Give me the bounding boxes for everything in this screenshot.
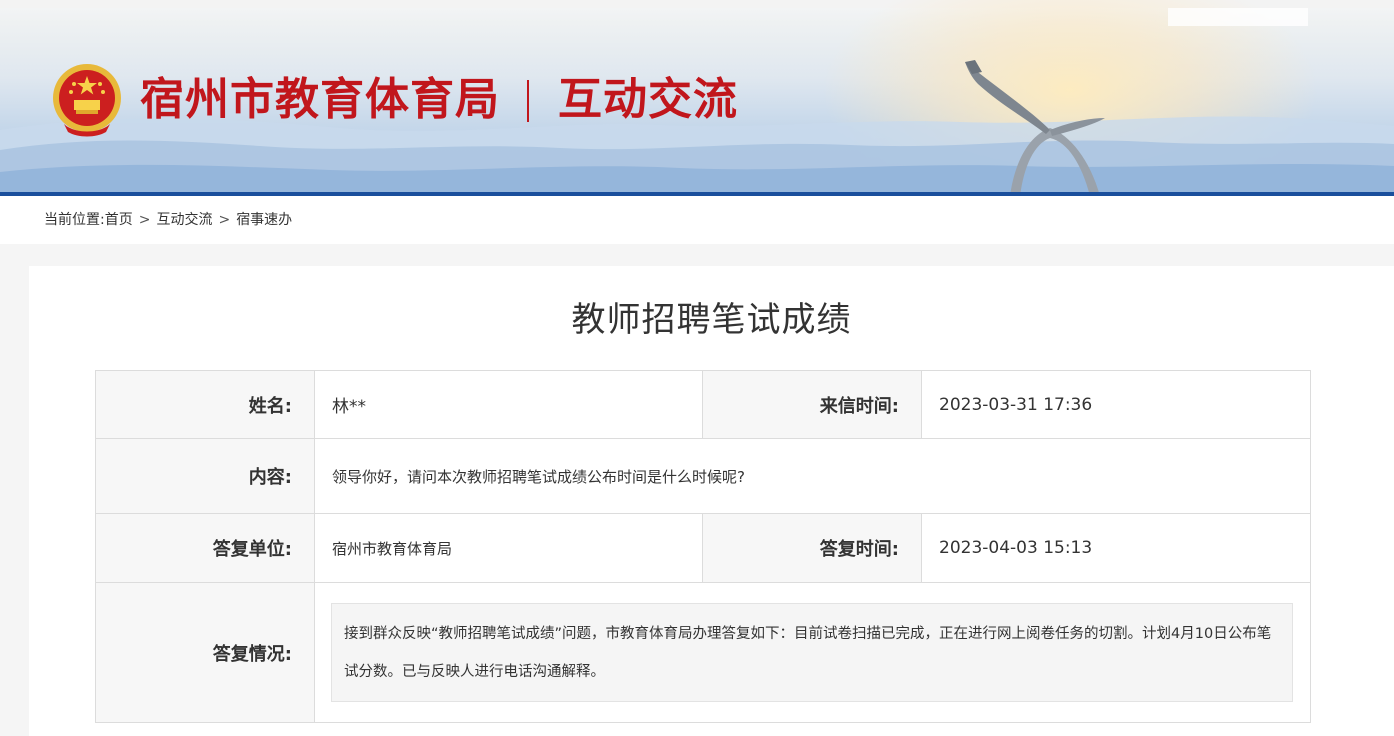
sent-time-label: 来信时间: (702, 370, 922, 439)
letter-detail-card: 教师招聘笔试成绩 姓名: 林** 来信时间: 2023-03-31 17:36 … (29, 266, 1394, 736)
reply-status-label: 答复情况: (95, 582, 315, 723)
breadcrumb-label: 当前位置: (44, 212, 105, 228)
name-label: 姓名: (95, 370, 315, 439)
breadcrumb-separator: > (138, 212, 151, 228)
content-label: 内容: (95, 438, 315, 514)
page-title: 教师招聘笔试成绩 (571, 300, 852, 340)
breadcrumb-separator: > (218, 212, 231, 228)
breadcrumb-bar: 当前位置:首页 > 互动交流 > 宿事速办 (0, 196, 1394, 244)
reply-unit-label: 答复单位: (95, 513, 315, 583)
section-name: 互动交流 (558, 74, 738, 125)
table-row: 答复情况: 接到群众反映“教师招聘笔试成绩”问题，市教育体育局办理答复如下：目前… (95, 582, 1311, 723)
site-banner: 宿州市教育体育局 互动交流 (0, 0, 1394, 196)
reply-status-value: 接到群众反映“教师招聘笔试成绩”问题，市教育体育局办理答复如下：目前试卷扫描已完… (331, 603, 1293, 702)
name-value: 林** (314, 370, 703, 439)
letter-info-table: 姓名: 林** 来信时间: 2023-03-31 17:36 内容: 领导你好，… (95, 370, 1311, 723)
reply-time-value: 2023-04-03 15:13 (921, 513, 1311, 583)
table-row: 姓名: 林** 来信时间: 2023-03-31 17:36 (95, 370, 1311, 439)
site-name: 宿州市教育体育局 (140, 74, 500, 125)
breadcrumb-interaction-link[interactable]: 互动交流 (156, 212, 212, 228)
breadcrumb-current-link[interactable]: 宿事速办 (236, 212, 292, 228)
national-emblem-icon (53, 64, 121, 137)
reply-time-label: 答复时间: (702, 513, 922, 583)
content-value: 领导你好，请问本次教师招聘笔试成绩公布时间是什么时候呢? (314, 438, 1311, 514)
title-divider (527, 80, 529, 122)
reply-unit-value: 宿州市教育体育局 (314, 513, 703, 583)
reply-status-cell: 接到群众反映“教师招聘笔试成绩”问题，市教育体育局办理答复如下：目前试卷扫描已完… (314, 582, 1311, 723)
table-row: 内容: 领导你好，请问本次教师招聘笔试成绩公布时间是什么时候呢? (95, 438, 1311, 514)
sent-time-value: 2023-03-31 17:36 (921, 370, 1311, 439)
breadcrumb: 当前位置:首页 > 互动交流 > 宿事速办 (44, 211, 292, 229)
breadcrumb-home-link[interactable]: 首页 (105, 212, 133, 228)
table-row: 答复单位: 宿州市教育体育局 答复时间: 2023-04-03 15:13 (95, 513, 1311, 583)
